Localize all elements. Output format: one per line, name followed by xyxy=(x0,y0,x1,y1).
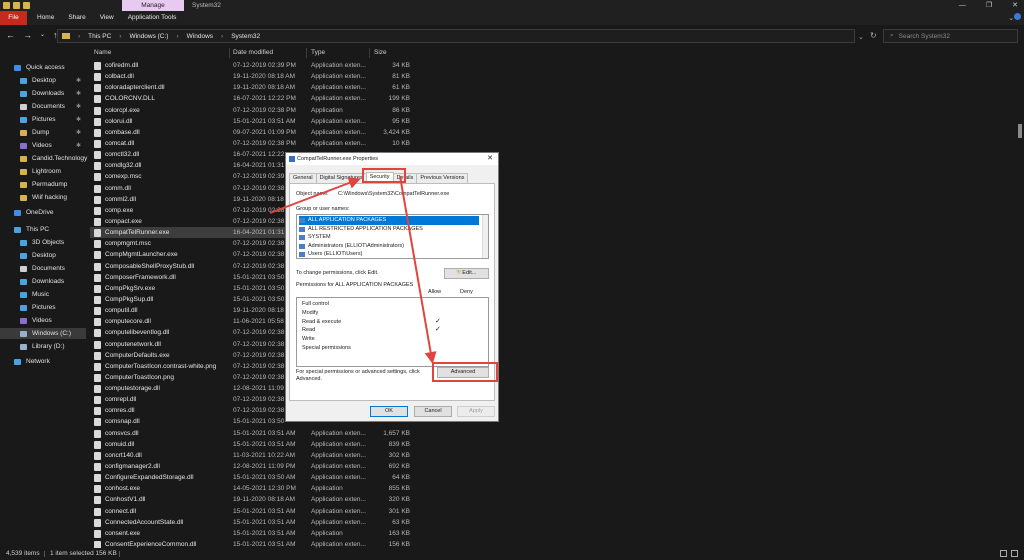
status-divider xyxy=(44,551,45,557)
details-view-icon[interactable] xyxy=(1000,550,1007,557)
annotation-arrows xyxy=(269,175,437,364)
large-icons-view-icon[interactable] xyxy=(1011,550,1018,557)
selection-info: 1 item selected 156 KB xyxy=(50,550,117,557)
item-count: 4,539 items xyxy=(6,550,40,557)
status-bar: 4,539 items 1 item selected 156 KB xyxy=(0,548,1024,560)
arrow-to-advanced-button xyxy=(399,175,437,364)
view-toggle xyxy=(1000,550,1018,557)
arrow-to-security-tab xyxy=(269,177,361,214)
status-divider xyxy=(119,551,120,557)
